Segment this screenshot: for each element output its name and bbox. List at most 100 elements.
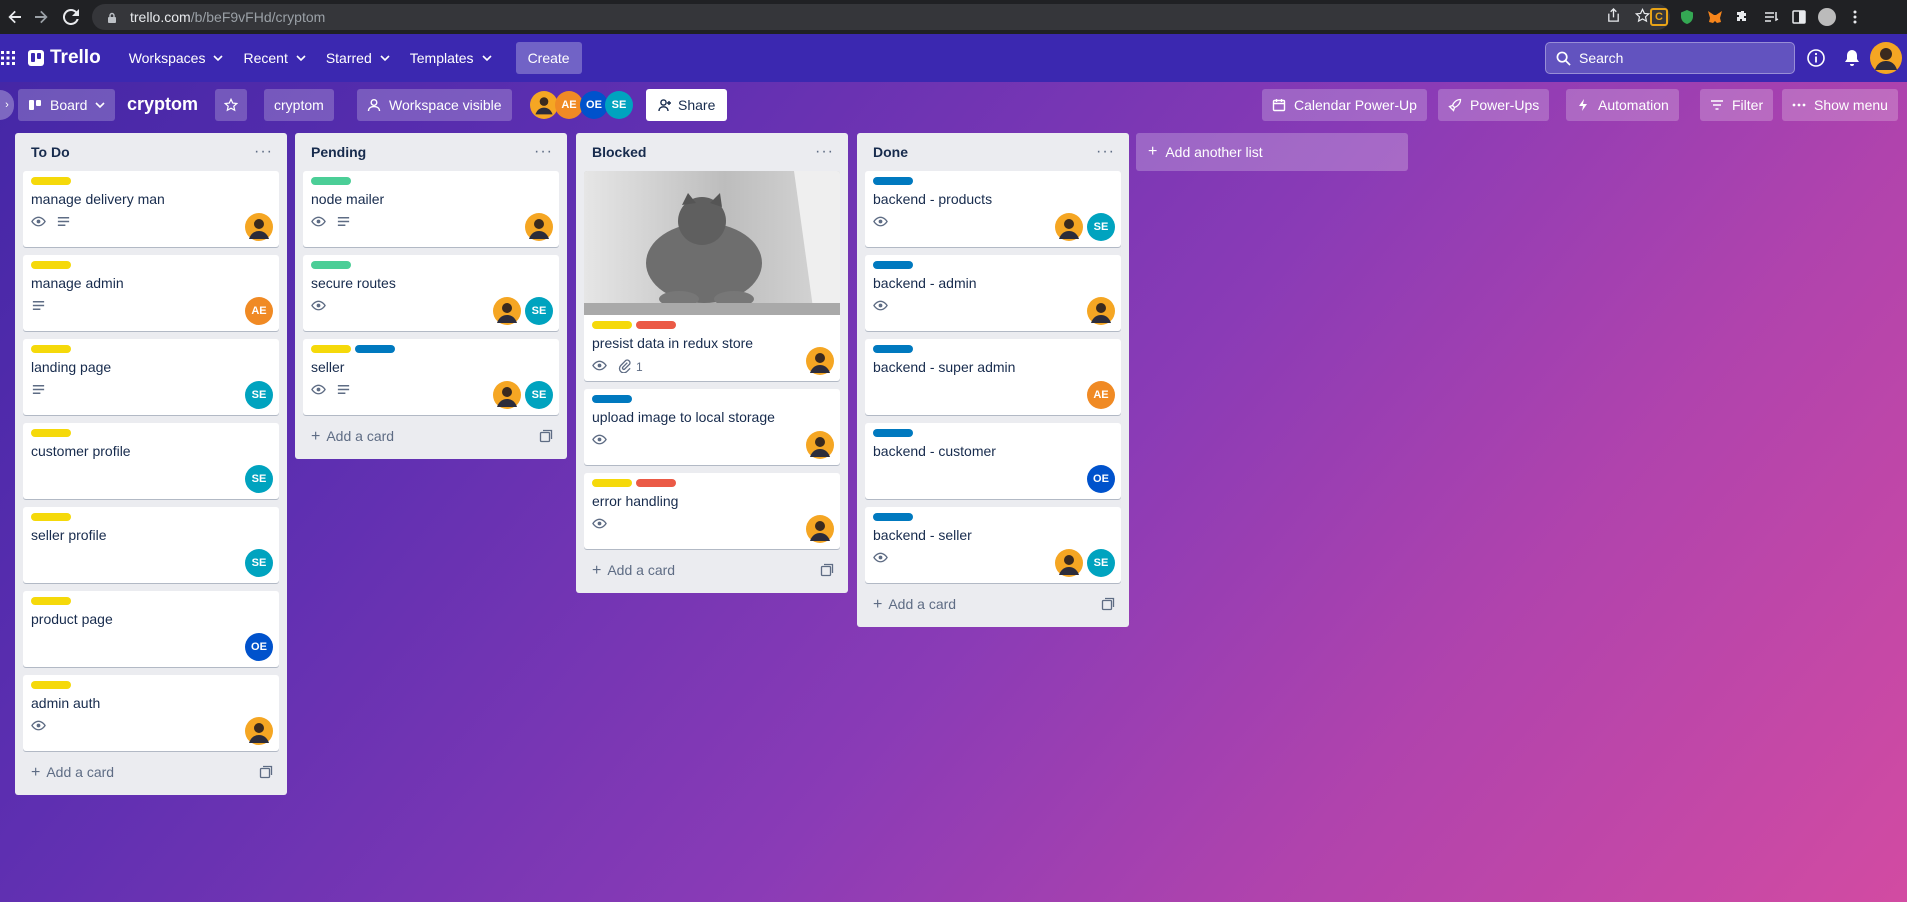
member-avatar-photo[interactable]: [806, 431, 834, 459]
list-menu-dots-icon[interactable]: ···: [1096, 144, 1115, 160]
card-template-icon[interactable]: [820, 563, 834, 580]
card[interactable]: manage admin AE: [23, 255, 279, 331]
member-avatar-ae[interactable]: AE: [1087, 381, 1115, 409]
label-red[interactable]: [636, 321, 676, 329]
card[interactable]: product page OE: [23, 591, 279, 667]
member-avatar-oe[interactable]: OE: [1087, 465, 1115, 493]
member-avatar-se[interactable]: SE: [605, 91, 633, 119]
metamask-fox-icon[interactable]: [1706, 8, 1724, 26]
side-panel-icon[interactable]: [1790, 8, 1808, 26]
member-avatar-se[interactable]: SE: [245, 549, 273, 577]
label-yellow[interactable]: [31, 429, 71, 437]
profile-avatar-icon[interactable]: [1818, 8, 1836, 26]
extension-shield-icon[interactable]: [1678, 8, 1696, 26]
member-avatar-photo[interactable]: [1055, 213, 1083, 241]
label-blue[interactable]: [592, 395, 632, 403]
trello-logo[interactable]: Trello: [28, 47, 101, 69]
card[interactable]: backend - seller SE: [865, 507, 1121, 583]
member-avatar-oe[interactable]: OE: [245, 633, 273, 661]
menu-templates[interactable]: Templates: [400, 42, 502, 74]
member-avatar-photo[interactable]: [245, 717, 273, 745]
list-menu-dots-icon[interactable]: ···: [534, 144, 553, 160]
card[interactable]: admin auth: [23, 675, 279, 751]
extensions-puzzle-icon[interactable]: [1734, 8, 1752, 26]
list-menu-dots-icon[interactable]: ···: [815, 144, 834, 160]
label-green[interactable]: [311, 177, 351, 185]
card[interactable]: seller SE: [303, 339, 559, 415]
label-blue[interactable]: [873, 513, 913, 521]
label-yellow[interactable]: [311, 345, 351, 353]
label-blue[interactable]: [873, 345, 913, 353]
member-avatar-photo[interactable]: [245, 213, 273, 241]
label-blue[interactable]: [873, 429, 913, 437]
show-menu-button[interactable]: Show menu: [1782, 89, 1898, 121]
add-list-button[interactable]: + Add another list: [1136, 133, 1408, 171]
notifications-bell-icon[interactable]: [1842, 48, 1862, 68]
filter-button[interactable]: Filter: [1700, 89, 1774, 121]
card[interactable]: seller profile SE: [23, 507, 279, 583]
user-avatar[interactable]: [1870, 42, 1902, 74]
label-yellow[interactable]: [592, 321, 632, 329]
member-avatar-se[interactable]: SE: [245, 381, 273, 409]
card[interactable]: landing page SE: [23, 339, 279, 415]
member-avatar-oe[interactable]: OE: [580, 91, 608, 119]
card[interactable]: backend - products SE: [865, 171, 1121, 247]
member-avatar-photo[interactable]: [493, 381, 521, 409]
card-template-icon[interactable]: [259, 765, 273, 782]
menu-starred[interactable]: Starred: [316, 42, 400, 74]
label-yellow[interactable]: [592, 479, 632, 487]
list-title[interactable]: Done: [873, 144, 908, 160]
card-template-icon[interactable]: [1101, 597, 1115, 614]
member-avatar-ae[interactable]: AE: [245, 297, 273, 325]
label-blue[interactable]: [873, 177, 913, 185]
member-avatar-photo[interactable]: [1087, 297, 1115, 325]
card[interactable]: node mailer: [303, 171, 559, 247]
visibility-button[interactable]: Workspace visible: [357, 89, 512, 121]
card[interactable]: customer profile SE: [23, 423, 279, 499]
add-card-button[interactable]: + Add a card: [303, 423, 559, 451]
forward-icon[interactable]: [26, 2, 56, 32]
label-yellow[interactable]: [31, 597, 71, 605]
member-avatar-se[interactable]: SE: [245, 465, 273, 493]
reading-list-icon[interactable]: [1762, 8, 1780, 26]
automation-button[interactable]: Automation: [1566, 89, 1679, 121]
bookmark-star-icon[interactable]: [1634, 7, 1651, 26]
label-blue[interactable]: [873, 261, 913, 269]
label-red[interactable]: [636, 479, 676, 487]
card[interactable]: backend - super admin AE: [865, 339, 1121, 415]
member-avatar-se[interactable]: SE: [525, 297, 553, 325]
member-avatar-se[interactable]: SE: [525, 381, 553, 409]
member-avatar-se[interactable]: SE: [1087, 213, 1115, 241]
workspace-button[interactable]: cryptom: [264, 89, 334, 121]
powerups-button[interactable]: Power-Ups: [1438, 89, 1550, 121]
add-card-button[interactable]: + Add a card: [584, 557, 840, 585]
card[interactable]: presist data in redux store 1: [584, 171, 840, 381]
share-button[interactable]: Share: [646, 89, 728, 121]
card[interactable]: backend - admin: [865, 255, 1121, 331]
member-avatar-photo[interactable]: [806, 515, 834, 543]
list-menu-dots-icon[interactable]: ···: [254, 144, 273, 160]
member-avatar-photo[interactable]: [1055, 549, 1083, 577]
member-avatar-photo[interactable]: [806, 347, 834, 375]
card[interactable]: secure routes SE: [303, 255, 559, 331]
card[interactable]: manage delivery man: [23, 171, 279, 247]
app-switcher-icon[interactable]: [0, 50, 16, 66]
info-icon[interactable]: [1806, 48, 1826, 68]
calendar-powerup-button[interactable]: Calendar Power-Up: [1262, 89, 1427, 121]
share-page-icon[interactable]: [1606, 8, 1621, 26]
create-button[interactable]: Create: [515, 42, 582, 74]
label-blue[interactable]: [355, 345, 395, 353]
label-yellow[interactable]: [31, 681, 71, 689]
member-avatar-se[interactable]: SE: [1087, 549, 1115, 577]
menu-recent[interactable]: Recent: [233, 42, 315, 74]
member-avatar-photo[interactable]: [530, 91, 558, 119]
menu-workspaces[interactable]: Workspaces: [119, 42, 234, 74]
sidebar-expand-chevron-icon[interactable]: ›: [0, 90, 14, 120]
list-title[interactable]: To Do: [31, 144, 70, 160]
label-yellow[interactable]: [31, 513, 71, 521]
label-yellow[interactable]: [31, 345, 71, 353]
list-title[interactable]: Blocked: [592, 144, 646, 160]
browser-menu-icon[interactable]: [1846, 8, 1864, 26]
card-template-icon[interactable]: [539, 429, 553, 446]
search-input[interactable]: [1579, 50, 1779, 66]
